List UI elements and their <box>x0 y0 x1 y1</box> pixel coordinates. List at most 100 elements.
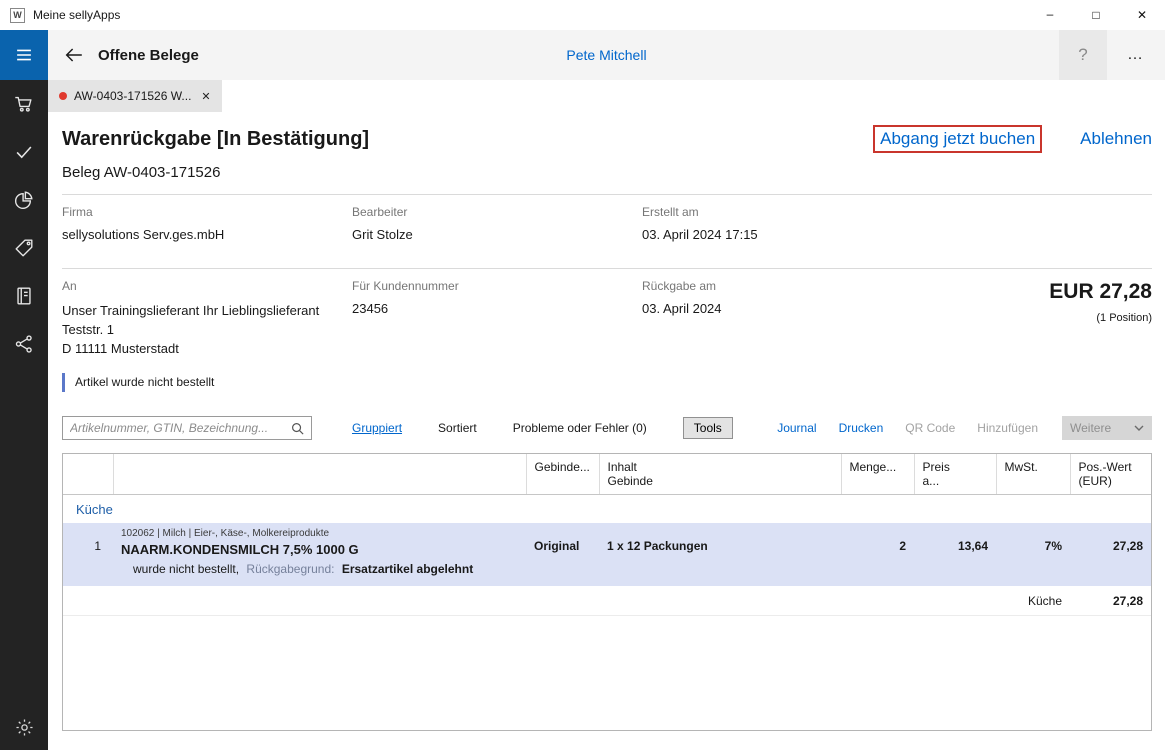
total-amount: EUR 27,28 <box>872 280 1152 304</box>
col-preis-line1: Preis <box>923 460 988 474</box>
item-description-cell: 102062 | Milch | Eier-, Käse-, Molkereip… <box>113 523 526 558</box>
col-poswert-header[interactable]: Pos.-Wert (EUR) <box>1070 454 1151 494</box>
sidebar-item-tasks[interactable] <box>0 128 48 176</box>
sidebar <box>0 30 48 750</box>
share-icon <box>13 333 35 355</box>
col-mwst-label: MwSt. <box>1005 460 1038 474</box>
table-row[interactable]: 1 102062 | Milch | Eier-, Käse-, Molkere… <box>63 523 1151 558</box>
sidebar-item-price-tag[interactable] <box>0 224 48 272</box>
field-erstellt-am: Erstellt am 03. April 2024 17:15 <box>642 205 1152 242</box>
document-content: Warenrückgabe [In Bestätigung] Abgang je… <box>48 112 1165 750</box>
col-pos-header <box>63 454 113 494</box>
minimize-icon: – <box>1047 7 1054 21</box>
maximize-icon: □ <box>1092 8 1099 22</box>
sidebar-item-cart[interactable] <box>0 80 48 128</box>
tools-button[interactable]: Tools <box>683 417 733 439</box>
sortiert-link[interactable]: Sortiert <box>438 421 477 435</box>
book-icon <box>13 285 35 307</box>
probleme-link[interactable]: Probleme oder Fehler (0) <box>513 421 647 435</box>
gruppiert-link[interactable]: Gruppiert <box>352 421 402 435</box>
article-toolbar: Gruppiert Sortiert Probleme oder Fehler … <box>62 416 1152 440</box>
bearbeiter-value: Grit Stolze <box>352 227 642 242</box>
reject-action[interactable]: Ablehnen <box>1080 129 1152 149</box>
search-icon <box>290 421 305 436</box>
sidebar-item-menu[interactable] <box>0 30 48 80</box>
app-header: Offene Belege Pete Mitchell ? … <box>48 30 1165 80</box>
col-mwst-header[interactable]: MwSt. <box>996 454 1070 494</box>
hamburger-icon <box>13 44 35 66</box>
back-button[interactable] <box>56 30 92 80</box>
col-gebinde-header[interactable]: Gebinde... <box>526 454 599 494</box>
field-firma: Firma sellysolutions Serv.ges.mbH <box>62 205 352 242</box>
an-line-2: Teststr. 1 <box>62 320 352 339</box>
item-note-value: Ersatzartikel abgelehnt <box>342 562 473 576</box>
rueckgabe-value: 03. April 2024 <box>642 301 872 316</box>
tab-strip: AW-0403-171526 W... ✕ <box>48 80 1165 112</box>
cart-icon <box>13 93 35 115</box>
maximize-button[interactable]: □ <box>1073 0 1119 30</box>
more-button[interactable]: … <box>1107 30 1165 80</box>
tag-icon <box>13 237 35 259</box>
sidebar-item-settings[interactable] <box>0 704 48 750</box>
sidebar-item-journal[interactable] <box>0 272 48 320</box>
item-inhalt: 1 x 12 Packungen <box>599 523 841 558</box>
item-preis: 13,64 <box>914 523 996 558</box>
tab-close-icon[interactable]: ✕ <box>201 90 210 103</box>
group-label: Küche <box>63 494 1151 523</box>
summary-group-value: 27,28 <box>1070 586 1151 616</box>
pie-chart-icon <box>13 189 35 211</box>
qr-code-link[interactable]: QR Code <box>905 421 955 435</box>
group-summary-row: Küche 27,28 <box>63 586 1151 616</box>
firma-label: Firma <box>62 205 352 219</box>
chevron-down-icon <box>1134 425 1144 431</box>
col-poswert-line1: Pos.-Wert <box>1079 460 1144 474</box>
weitere-dropdown[interactable]: Weitere <box>1062 416 1152 440</box>
an-line-3: D 11111 Musterstadt <box>62 339 352 358</box>
book-outflow-action[interactable]: Abgang jetzt buchen <box>873 125 1042 153</box>
item-note-label: Rückgabegrund: <box>246 562 334 576</box>
close-icon: ✕ <box>1137 8 1147 22</box>
item-mwst: 7% <box>996 523 1070 558</box>
minimize-button[interactable]: – <box>1027 0 1073 30</box>
col-preis-line2: a... <box>923 474 988 488</box>
rueckgabe-label: Rückgabe am <box>642 279 872 293</box>
item-note-text: wurde nicht bestellt, <box>133 562 239 576</box>
warning-banner: Artikel wurde nicht bestellt <box>62 373 1152 392</box>
col-preis-header[interactable]: Preis a... <box>914 454 996 494</box>
an-line-1: Unser Trainingslieferant Ihr Lieblingsli… <box>62 301 352 320</box>
tab-document[interactable]: AW-0403-171526 W... ✕ <box>48 80 222 112</box>
firma-value: sellysolutions Serv.ges.mbH <box>62 227 352 242</box>
search-box[interactable] <box>62 416 312 440</box>
col-inhalt-line1: Inhalt <box>608 460 833 474</box>
col-article-header <box>113 454 526 494</box>
col-inhalt-header[interactable]: Inhalt Gebinde <box>599 454 841 494</box>
field-bearbeiter: Bearbeiter Grit Stolze <box>352 205 642 242</box>
drucken-link[interactable]: Drucken <box>839 421 884 435</box>
journal-link[interactable]: Journal <box>777 421 816 435</box>
kundennummer-value: 23456 <box>352 301 642 316</box>
group-header-row[interactable]: Küche <box>63 494 1151 523</box>
erstellt-label: Erstellt am <box>642 205 1152 219</box>
user-name[interactable]: Pete Mitchell <box>566 47 646 63</box>
sidebar-item-statistics[interactable] <box>0 176 48 224</box>
erstellt-value: 03. April 2024 17:15 <box>642 227 1152 242</box>
gear-icon <box>14 717 35 738</box>
col-poswert-line2: (EUR) <box>1079 474 1144 488</box>
search-input[interactable] <box>70 421 290 435</box>
document-title: Warenrückgabe [In Bestätigung] <box>62 128 369 151</box>
hinzufuegen-link[interactable]: Hinzufügen <box>977 421 1038 435</box>
item-poswert: 27,28 <box>1070 523 1151 558</box>
weitere-label: Weitere <box>1070 421 1111 435</box>
sidebar-item-share[interactable] <box>0 320 48 368</box>
an-label: An <box>62 279 352 293</box>
item-position: 1 <box>63 523 113 558</box>
field-kundennummer: Für Kundennummer 23456 <box>352 279 642 358</box>
field-an: An Unser Trainingslieferant Ihr Liebling… <box>62 279 352 358</box>
item-meta: 102062 | Milch | Eier-, Käse-, Molkereip… <box>121 528 525 539</box>
positions-table: Gebinde... Inhalt Gebinde Menge... Preis <box>62 453 1152 731</box>
checkmark-icon <box>13 141 35 163</box>
col-menge-header[interactable]: Menge... <box>841 454 914 494</box>
help-button[interactable]: ? <box>1059 30 1107 80</box>
ellipsis-icon: … <box>1127 46 1145 64</box>
close-button[interactable]: ✕ <box>1119 0 1165 30</box>
